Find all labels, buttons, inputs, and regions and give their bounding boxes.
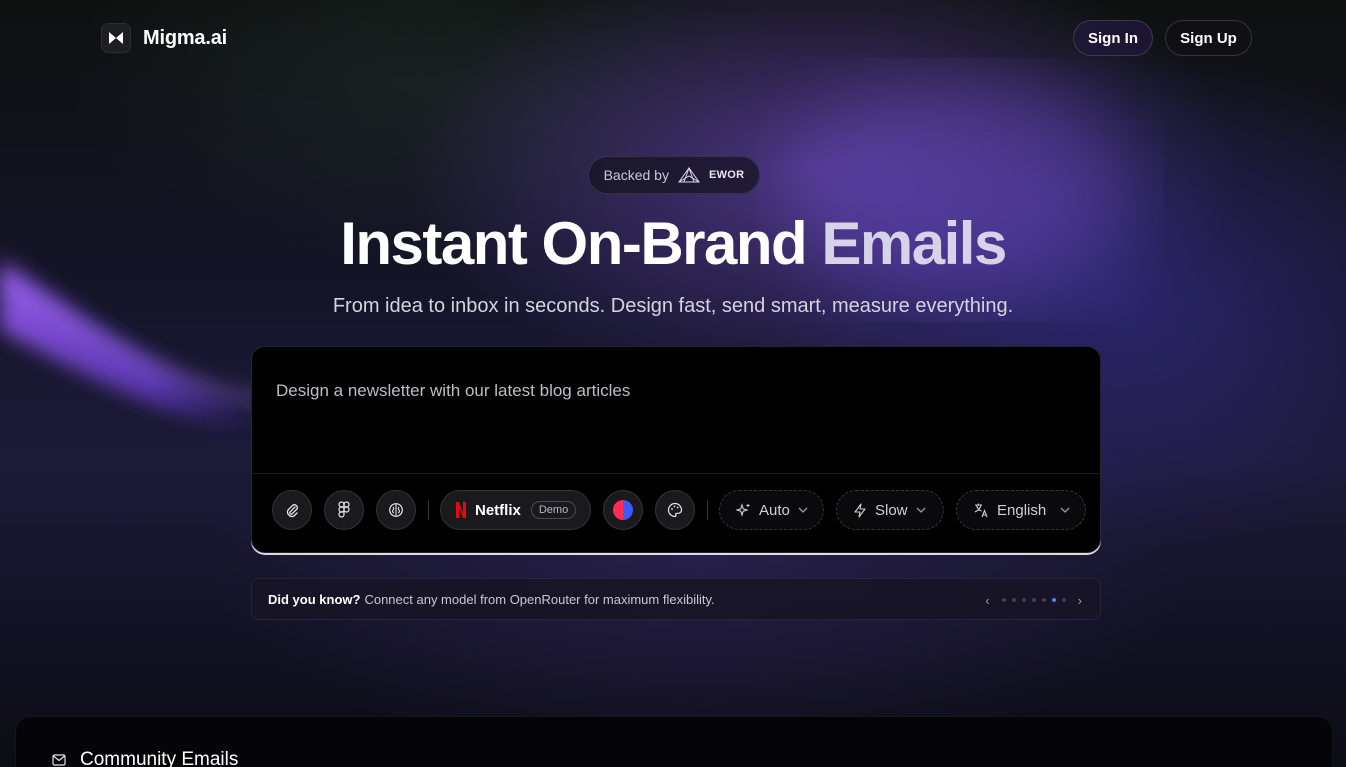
backed-by-badge[interactable]: Backed by EWOR [588, 156, 760, 194]
ewor-logo-icon [677, 166, 700, 183]
prompt-toolbar: Netflix Demo Auto Slow English [272, 490, 1092, 530]
prompt-box: Design a newsletter with our latest blog… [251, 346, 1101, 553]
tip-dots [1001, 598, 1066, 602]
tip-dot[interactable] [1061, 598, 1066, 602]
logo-icon [101, 23, 131, 53]
model-button[interactable] [376, 490, 416, 530]
chevron-down-icon [916, 507, 925, 513]
tip-dot[interactable] [1041, 598, 1046, 602]
logo-text: Migma.ai [143, 26, 227, 49]
hero-subtitle: From idea to inbox in seconds. Design fa… [332, 295, 1014, 317]
translate-icon [974, 503, 988, 518]
demo-badge: Demo [530, 501, 577, 519]
prompt-divider [252, 473, 1100, 474]
hero-title-main: Instant On-Brand [340, 210, 808, 277]
tip-dot[interactable] [1021, 598, 1026, 602]
community-title: Community Emails [80, 749, 239, 767]
lightning-icon [854, 502, 866, 518]
paperclip-icon [286, 504, 298, 518]
tip-dot[interactable] [1001, 598, 1006, 602]
tip-dot[interactable] [1031, 598, 1036, 602]
tip-pagination: ‹ › [985, 579, 1082, 621]
speed-dropdown[interactable]: Slow [836, 490, 944, 530]
attach-button[interactable] [272, 490, 312, 530]
figma-icon [338, 501, 350, 518]
tip-bar: Did you know? Connect any model from Ope… [251, 578, 1101, 620]
hero-title-highlight: Emails [821, 210, 1007, 277]
brain-icon [389, 503, 403, 517]
top-nav: Migma.ai Sign In Sign Up [0, 0, 1346, 76]
logo[interactable]: Migma.ai [101, 23, 227, 53]
sign-in-button[interactable]: Sign In [1073, 20, 1153, 56]
figma-button[interactable] [324, 490, 364, 530]
palette-button[interactable] [655, 490, 695, 530]
language-label: English [997, 501, 1047, 519]
brand-name: Netflix [475, 501, 521, 519]
language-dropdown[interactable]: English [956, 490, 1086, 530]
chevron-down-icon [798, 507, 808, 513]
tip-prefix: Did you know? [268, 591, 361, 607]
community-heading: Community Emails [52, 749, 238, 767]
sparkles-icon [736, 502, 750, 517]
sign-up-button[interactable]: Sign Up [1165, 20, 1252, 56]
toolbar-divider [707, 500, 708, 520]
brand-selector[interactable]: Netflix Demo [440, 490, 591, 530]
speed-label: Slow [875, 501, 908, 519]
tip-dot[interactable] [1051, 598, 1056, 602]
hero-title: Instant On-Brand Emails [0, 208, 1346, 280]
community-section: Community Emails [15, 716, 1333, 767]
tip-next-button[interactable]: › [1078, 593, 1082, 608]
color-button[interactable] [603, 490, 643, 530]
chevron-down-icon [1060, 507, 1070, 513]
tip-prev-button[interactable]: ‹ [985, 593, 989, 608]
palette-icon [667, 502, 683, 518]
ewor-brand: EWOR [708, 169, 745, 181]
backed-by-label: Backed by [603, 167, 669, 183]
netflix-logo-icon [456, 502, 466, 518]
prompt-input[interactable]: Design a newsletter with our latest blog… [276, 381, 630, 401]
mail-icon [52, 754, 66, 766]
tip-dot[interactable] [1011, 598, 1016, 602]
tip-text: Connect any model from OpenRouter for ma… [364, 591, 715, 607]
mode-label: Auto [759, 501, 790, 519]
mode-dropdown[interactable]: Auto [719, 490, 824, 530]
color-split-icon [613, 500, 633, 520]
toolbar-divider [428, 500, 429, 520]
